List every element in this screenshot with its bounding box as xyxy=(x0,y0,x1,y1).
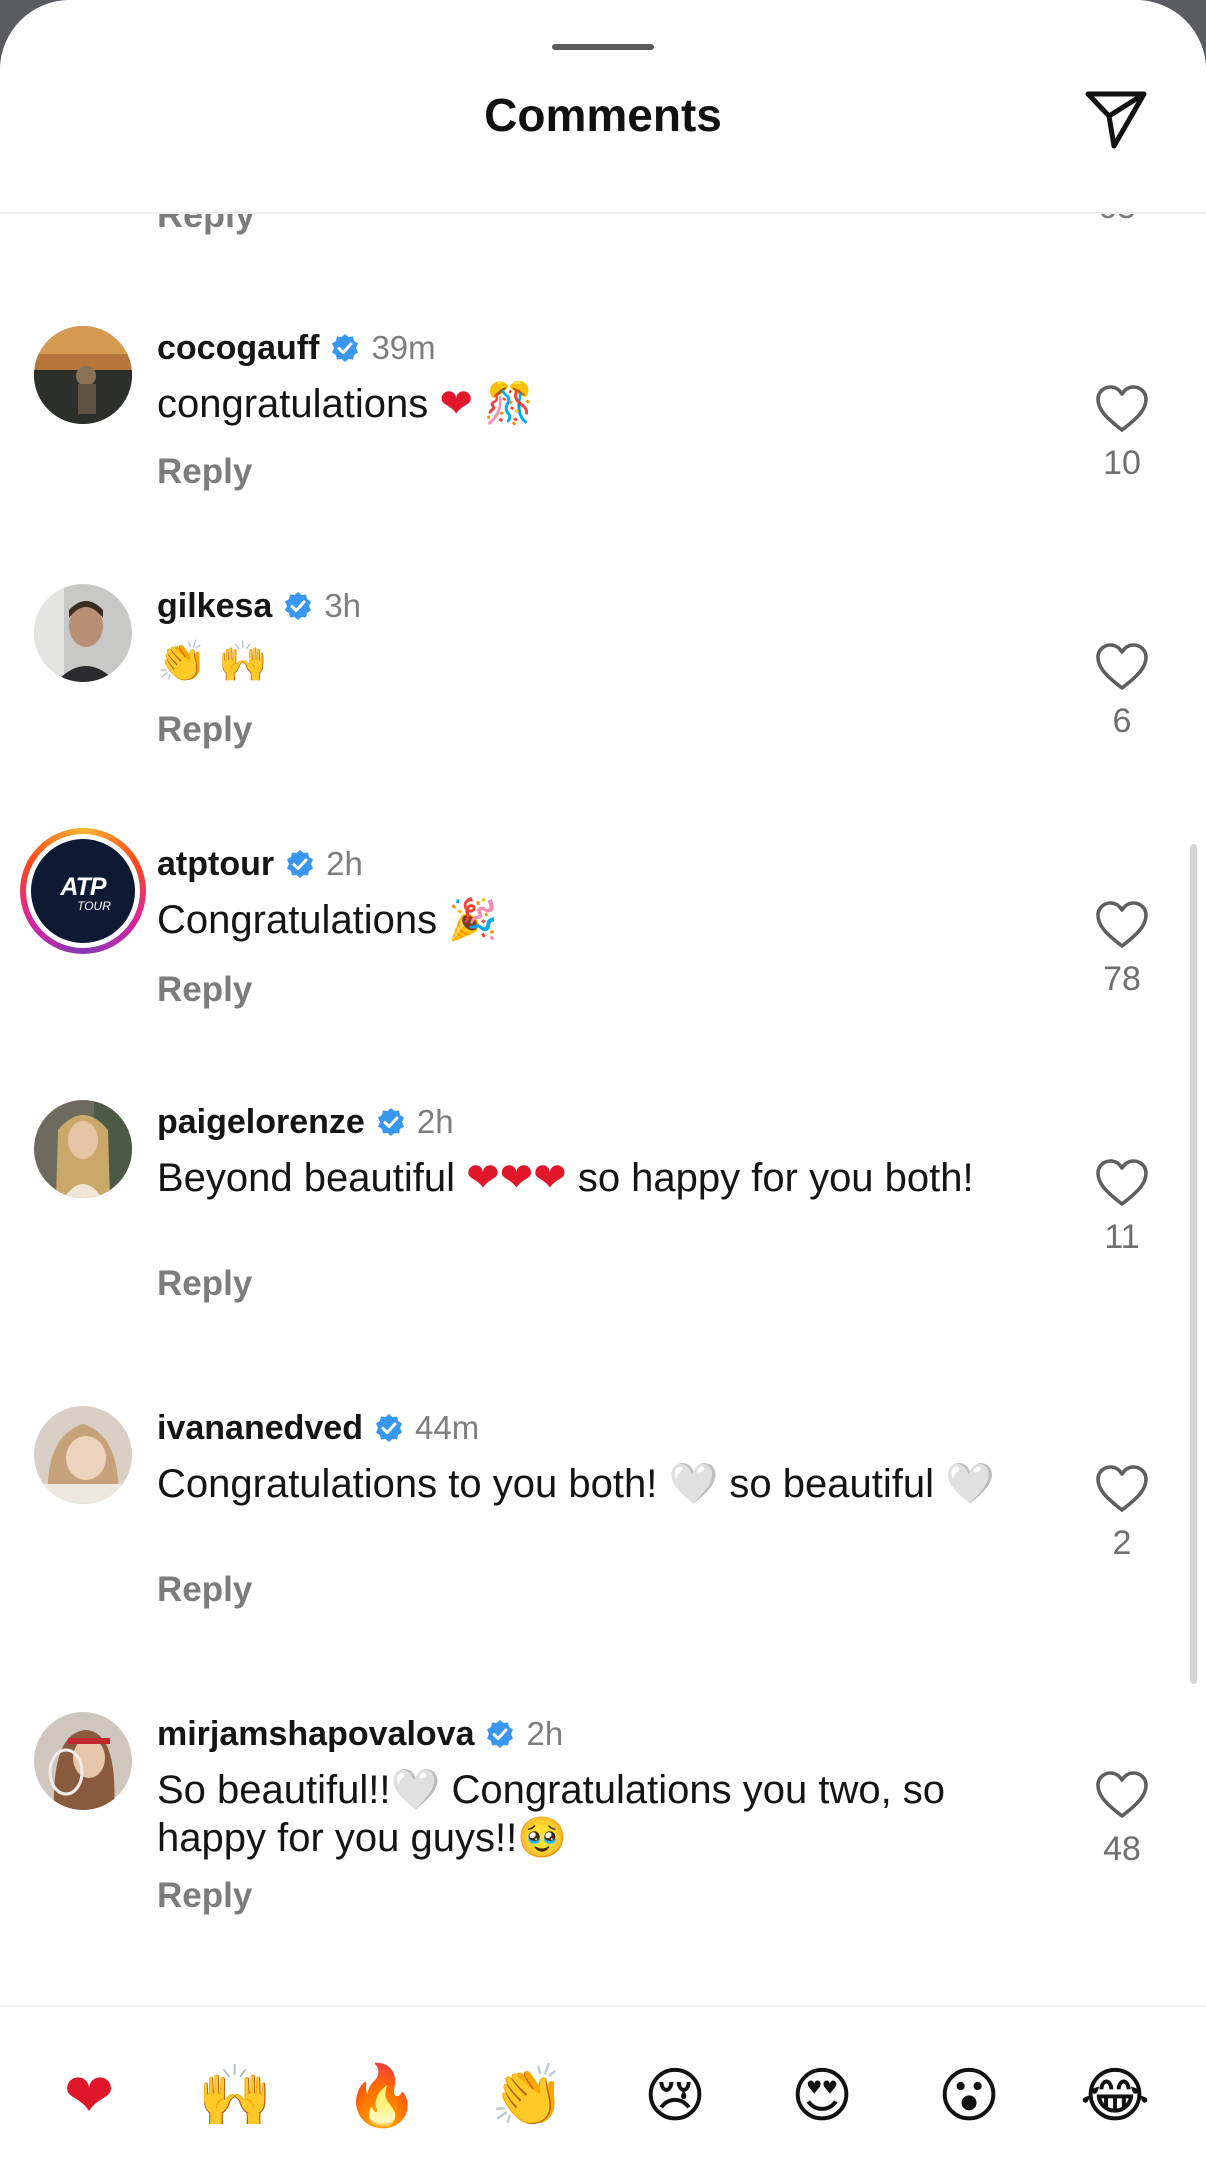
emoji-reaction-bar: ❤ 🙌 🔥 👏 😢 😍 😮 😂 xyxy=(0,2005,1206,2168)
red-heart-emoji: ❤ xyxy=(439,381,473,427)
verified-badge-icon xyxy=(377,1108,404,1136)
like-count: 48 xyxy=(1103,1830,1141,1868)
timestamp: 39m xyxy=(371,329,436,366)
comment-text: Congratulations 🎉 xyxy=(157,896,1037,944)
username[interactable]: paigelorenze xyxy=(157,1103,365,1142)
reply-button[interactable]: Reply xyxy=(157,452,252,492)
timestamp: 3h xyxy=(324,587,362,624)
white-heart-emoji: 🤍 xyxy=(390,1767,441,1813)
username[interactable]: atptour xyxy=(157,845,274,884)
verified-badge-icon xyxy=(287,850,314,878)
comment-message: So beautiful!! xyxy=(157,1768,391,1812)
heart-icon[interactable] xyxy=(1095,1158,1149,1208)
heart-icon[interactable] xyxy=(1095,642,1149,692)
timestamp: 2h xyxy=(326,845,363,882)
timestamp: 2h xyxy=(526,1715,564,1752)
username[interactable]: gilkesa xyxy=(157,587,272,626)
username[interactable]: ivananedved xyxy=(157,1409,363,1448)
like-count: 10 xyxy=(1103,444,1141,482)
clapping-hands-reaction[interactable]: 👏 xyxy=(483,2051,573,2141)
comment-text: 👏 🙌 xyxy=(157,638,1037,686)
avatar[interactable] xyxy=(34,326,132,424)
red-heart-emoji: ❤ xyxy=(533,1155,567,1201)
comment-message: Congratulations xyxy=(157,898,438,942)
white-heart-emoji: 🤍 xyxy=(668,1461,719,1507)
comment-message: so beautiful xyxy=(729,1462,934,1506)
reply-button[interactable]: Reply xyxy=(157,710,252,750)
atp-logo: ATP xyxy=(60,873,106,901)
fire-reaction[interactable]: 🔥 xyxy=(337,2051,427,2141)
like-count: 6 xyxy=(1112,702,1132,740)
comments-header: Comments xyxy=(0,0,1206,214)
timestamp: 44m xyxy=(414,1409,480,1446)
drag-handle[interactable] xyxy=(552,44,654,50)
atp-logo-sub: TOUR xyxy=(77,899,111,913)
reply-button[interactable]: Reply xyxy=(157,214,255,236)
heart-icon[interactable] xyxy=(1095,1770,1149,1820)
comment-text: Congratulations to you both! 🤍 so beauti… xyxy=(157,1460,1037,1508)
like-count: 63 xyxy=(1098,214,1136,227)
white-heart-emoji: 🤍 xyxy=(945,1461,995,1507)
comment-text: So beautiful!!🤍 Congratulations you two,… xyxy=(157,1766,1037,1862)
party-popper-emoji: 🎉 xyxy=(448,897,499,943)
clapping-hands-emoji: 👏 xyxy=(157,639,207,685)
paper-plane-icon[interactable] xyxy=(1080,82,1152,154)
confetti-ball-emoji: 🎊 xyxy=(484,381,534,427)
like-count: 2 xyxy=(1112,1524,1132,1562)
heart-icon[interactable] xyxy=(1095,1464,1149,1514)
heart-eyes-reaction[interactable]: 😍 xyxy=(777,2051,867,2141)
reply-button[interactable]: Reply xyxy=(157,1570,252,1610)
like-count: 78 xyxy=(1103,960,1141,998)
red-heart-reaction[interactable]: ❤ xyxy=(44,2051,134,2141)
laughing-face-reaction[interactable]: 😂 xyxy=(1070,2051,1160,2141)
avatar[interactable] xyxy=(34,584,132,682)
comment-message: Beyond beautiful xyxy=(157,1156,456,1200)
timestamp: 2h xyxy=(416,1103,454,1140)
heart-icon[interactable] xyxy=(1095,900,1149,950)
username[interactable]: mirjamshapovalova xyxy=(157,1715,474,1754)
verified-badge-icon xyxy=(332,334,359,362)
red-heart-emoji: ❤ xyxy=(499,1155,534,1201)
comment-text: congratulations ❤ 🎊 xyxy=(157,380,1037,428)
avatar[interactable]: ATP TOUR xyxy=(20,828,146,954)
scrollbar[interactable] xyxy=(1190,844,1197,1684)
avatar[interactable] xyxy=(34,1100,132,1198)
comment-message: Congratulations to you both! xyxy=(157,1462,658,1506)
holding-back-tears-emoji: 🥹 xyxy=(517,1815,568,1861)
surprised-face-reaction[interactable]: 😮 xyxy=(924,2051,1014,2141)
comment-text: Beyond beautiful ❤❤❤ so happy for you bo… xyxy=(157,1154,1037,1202)
verified-badge-icon xyxy=(375,1414,402,1442)
avatar[interactable] xyxy=(34,1406,132,1504)
comment-message: so happy for you both! xyxy=(577,1156,974,1200)
reply-button[interactable]: Reply xyxy=(157,1876,252,1916)
comment-message: congratulations xyxy=(157,382,429,426)
crying-face-reaction[interactable]: 😢 xyxy=(630,2051,720,2141)
avatar[interactable] xyxy=(34,1712,132,1810)
comments-sheet: Comments Reply 63 cocoga xyxy=(0,0,1206,2168)
like-count: 11 xyxy=(1104,1218,1140,1256)
username[interactable]: cocogauff xyxy=(157,329,319,368)
raising-hands-emoji: 🙌 xyxy=(217,639,268,685)
heart-icon[interactable] xyxy=(1095,384,1149,434)
reply-button[interactable]: Reply xyxy=(157,970,252,1010)
comments-list[interactable]: Reply 63 cocogauff 39m xyxy=(0,214,1206,2004)
verified-badge-icon xyxy=(487,1720,514,1748)
verified-badge-icon xyxy=(285,592,312,620)
reply-button[interactable]: Reply xyxy=(157,1264,252,1304)
page-title: Comments xyxy=(484,89,722,141)
red-heart-emoji: ❤ xyxy=(466,1155,500,1201)
raising-hands-reaction[interactable]: 🙌 xyxy=(190,2051,280,2141)
